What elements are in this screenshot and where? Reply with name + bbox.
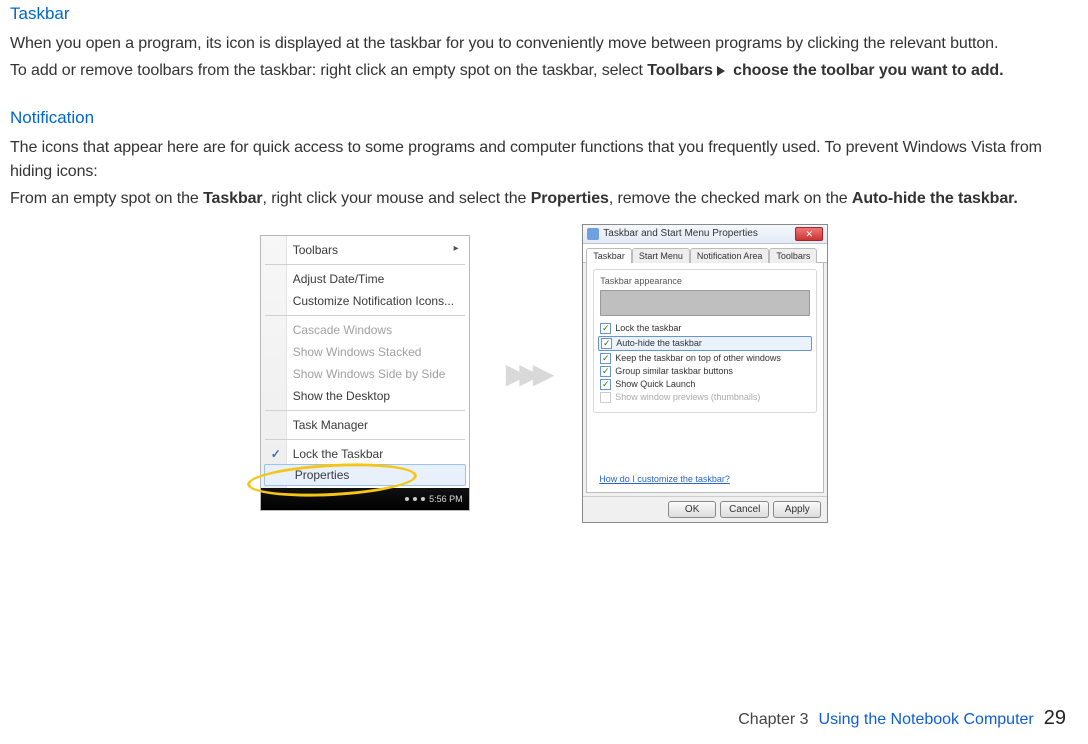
menu-item-task-manager[interactable]: Task Manager bbox=[261, 414, 469, 436]
group-taskbar-appearance: Taskbar appearance Lock the taskbar Auto… bbox=[593, 269, 817, 413]
footer-chapter: Chapter 3 bbox=[738, 711, 808, 729]
menu-item-properties[interactable]: Properties bbox=[264, 464, 466, 486]
tab-notification-area[interactable]: Notification Area bbox=[690, 248, 770, 263]
tray-icon bbox=[421, 497, 425, 501]
menu-item-lock-taskbar[interactable]: Lock the Taskbar bbox=[261, 443, 469, 465]
dialog-icon bbox=[587, 228, 599, 240]
checkbox-row-previews: Show window previews (thumbnails) bbox=[600, 391, 810, 404]
checkbox-icon bbox=[601, 338, 612, 349]
checkbox-label: Group similar taskbar buttons bbox=[615, 366, 733, 376]
taskbar-preview bbox=[600, 290, 810, 316]
notification-paragraph-2: From an empty spot on the Taskbar, right… bbox=[10, 187, 1078, 210]
checkbox-row-ontop[interactable]: Keep the taskbar on top of other windows bbox=[600, 352, 810, 365]
taskbar-paragraph-2: To add or remove toolbars from the taskb… bbox=[10, 59, 1078, 82]
taskbar-paragraph-1: When you open a program, its icon is dis… bbox=[10, 32, 1078, 55]
bold-taskbar: Taskbar bbox=[203, 190, 262, 207]
checkbox-row-quicklaunch[interactable]: Show Quick Launch bbox=[600, 378, 810, 391]
checkbox-label: Show window previews (thumbnails) bbox=[615, 392, 760, 402]
help-link[interactable]: How do I customize the taskbar? bbox=[599, 474, 730, 484]
context-menu-figure: Toolbars Adjust Date/Time Customize Noti… bbox=[260, 235, 470, 511]
tray-icon bbox=[413, 497, 417, 501]
tab-start-menu[interactable]: Start Menu bbox=[632, 248, 690, 263]
bold-properties: Properties bbox=[531, 190, 609, 207]
properties-dialog-figure: Taskbar and Start Menu Properties ✕ Task… bbox=[582, 224, 828, 523]
taskbar-clock: 5:56 PM bbox=[429, 494, 463, 504]
section-heading-taskbar: Taskbar bbox=[10, 4, 1078, 24]
menu-item-cascade: Cascade Windows bbox=[261, 319, 469, 341]
menu-item-customize-icons[interactable]: Customize Notification Icons... bbox=[261, 290, 469, 312]
checkbox-icon bbox=[600, 379, 611, 390]
ok-button[interactable]: OK bbox=[668, 501, 716, 518]
notification-paragraph-1: The icons that appear here are for quick… bbox=[10, 136, 1078, 182]
checkbox-row-group[interactable]: Group similar taskbar buttons bbox=[600, 365, 810, 378]
text-fragment: , remove the checked mark on the bbox=[609, 190, 852, 207]
checkbox-icon bbox=[600, 353, 611, 364]
page-footer: Chapter 3 Using the Notebook Computer 29 bbox=[738, 707, 1066, 730]
checkbox-icon bbox=[600, 366, 611, 377]
tab-toolbars[interactable]: Toolbars bbox=[769, 248, 817, 263]
bold-choose-toolbar: choose the toolbar you want to add. bbox=[729, 62, 1004, 79]
checkbox-icon bbox=[600, 392, 611, 403]
text-fragment: To add or remove toolbars from the taskb… bbox=[10, 62, 647, 79]
bold-autohide: Auto-hide the taskbar. bbox=[852, 190, 1018, 207]
dialog-titlebar: Taskbar and Start Menu Properties ✕ bbox=[583, 225, 827, 244]
menu-separator bbox=[265, 439, 465, 440]
taskbar-strip: 5:56 PM bbox=[261, 488, 469, 510]
text-fragment: , right click your mouse and select the bbox=[263, 190, 531, 207]
dialog-title: Taskbar and Start Menu Properties bbox=[603, 228, 795, 239]
menu-item-side-by-side: Show Windows Side by Side bbox=[261, 363, 469, 385]
checkbox-label: Keep the taskbar on top of other windows bbox=[615, 353, 781, 363]
menu-separator bbox=[265, 264, 465, 265]
checkbox-row-lock[interactable]: Lock the taskbar bbox=[600, 322, 810, 335]
checkbox-row-autohide[interactable]: Auto-hide the taskbar bbox=[598, 336, 812, 351]
dialog-tabs: Taskbar Start Menu Notification Area Too… bbox=[583, 244, 827, 263]
menu-item-adjust-date[interactable]: Adjust Date/Time bbox=[261, 268, 469, 290]
dialog-content: Taskbar appearance Lock the taskbar Auto… bbox=[586, 263, 824, 493]
arrow-right-icon: ▶▶▶ bbox=[506, 357, 547, 390]
section-heading-notification: Notification bbox=[10, 108, 1078, 128]
checkbox-label: Auto-hide the taskbar bbox=[616, 338, 702, 348]
menu-separator bbox=[265, 315, 465, 316]
menu-separator bbox=[265, 410, 465, 411]
group-label: Taskbar appearance bbox=[600, 276, 810, 286]
tab-taskbar[interactable]: Taskbar bbox=[586, 248, 632, 263]
checkbox-label: Show Quick Launch bbox=[615, 379, 695, 389]
bold-toolbars: Toolbars bbox=[647, 62, 713, 79]
apply-button[interactable]: Apply bbox=[773, 501, 821, 518]
close-button[interactable]: ✕ bbox=[795, 227, 823, 241]
footer-page-number: 29 bbox=[1044, 707, 1066, 730]
tray-icon bbox=[405, 497, 409, 501]
menu-item-stacked: Show Windows Stacked bbox=[261, 341, 469, 363]
cancel-button[interactable]: Cancel bbox=[720, 501, 769, 518]
menu-item-show-desktop[interactable]: Show the Desktop bbox=[261, 385, 469, 407]
text-fragment: From an empty spot on the bbox=[10, 190, 203, 207]
dialog-button-row: OK Cancel Apply bbox=[583, 496, 827, 522]
checkbox-icon bbox=[600, 323, 611, 334]
menu-item-toolbars[interactable]: Toolbars bbox=[261, 239, 469, 261]
footer-title: Using the Notebook Computer bbox=[819, 711, 1034, 729]
checkbox-label: Lock the taskbar bbox=[615, 323, 681, 333]
right-triangle-icon bbox=[717, 66, 725, 76]
